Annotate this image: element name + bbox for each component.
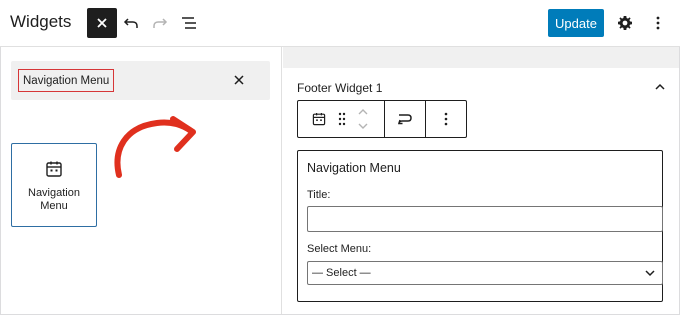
drag-arrow-annotation	[114, 116, 196, 178]
widget-title: Navigation Menu	[307, 161, 401, 175]
transform-icon	[398, 114, 413, 125]
redo-icon	[153, 18, 168, 28]
title-input[interactable]	[307, 206, 663, 232]
chevron-down-icon	[645, 270, 655, 277]
navigation-menu-widget: Navigation Menu Title: Select Menu: — Se…	[297, 150, 663, 302]
list-view-icon	[182, 17, 196, 29]
calendar-icon	[312, 113, 326, 126]
drag-handle-icon	[338, 112, 346, 126]
undo-icon	[123, 18, 138, 28]
block-toolbar	[297, 100, 467, 138]
chevron-up-icon[interactable]	[357, 107, 369, 117]
gear-icon	[618, 16, 632, 30]
update-button[interactable]: Update	[548, 9, 604, 37]
inserter-search-bar: Navigation Menu	[11, 61, 270, 100]
chevron-up-icon[interactable]	[653, 80, 667, 94]
widget-area-top-strip	[283, 47, 679, 68]
settings-button[interactable]	[615, 13, 635, 33]
vertical-ellipsis-icon	[444, 112, 448, 126]
block-mover	[354, 107, 372, 131]
clear-search-button[interactable]	[229, 70, 249, 90]
close-inserter-button[interactable]	[87, 8, 117, 38]
drag-handle[interactable]	[334, 112, 350, 126]
widget-area-title[interactable]: Footer Widget 1	[297, 81, 382, 95]
toolbar-transform-group	[385, 101, 427, 137]
chevron-down-icon[interactable]	[357, 121, 369, 131]
calendar-icon	[46, 161, 62, 177]
title-label: Title:	[307, 189, 331, 201]
select-menu-value: — Select —	[312, 267, 371, 279]
widget-area-panel: Footer Widget 1 Navigation Menu Title: S…	[283, 68, 679, 314]
block-options-button[interactable]	[444, 112, 448, 126]
block-type-button[interactable]	[308, 111, 330, 127]
options-button[interactable]	[648, 13, 668, 33]
redo-button[interactable]	[150, 13, 170, 33]
toolbar-block-group	[298, 101, 386, 137]
select-menu-label: Select Menu:	[307, 243, 372, 255]
select-menu-dropdown[interactable]: — Select —	[307, 261, 663, 285]
vertical-ellipsis-icon	[656, 16, 660, 30]
page-title: Widgets	[10, 12, 72, 31]
editor-header: Widgets Update	[0, 0, 680, 47]
block-item-label: Navigation Menu	[28, 187, 80, 212]
transform-button[interactable]	[396, 110, 414, 128]
close-icon	[97, 18, 107, 28]
list-view-button[interactable]	[179, 13, 199, 33]
close-icon	[234, 75, 244, 85]
toolbar-options-group	[426, 101, 466, 137]
search-input[interactable]: Navigation Menu	[18, 69, 115, 92]
undo-button[interactable]	[121, 13, 141, 33]
navigation-menu-block-item[interactable]: Navigation Menu	[11, 143, 97, 227]
block-inserter-panel: Navigation Menu Navigation Menu	[1, 47, 282, 314]
